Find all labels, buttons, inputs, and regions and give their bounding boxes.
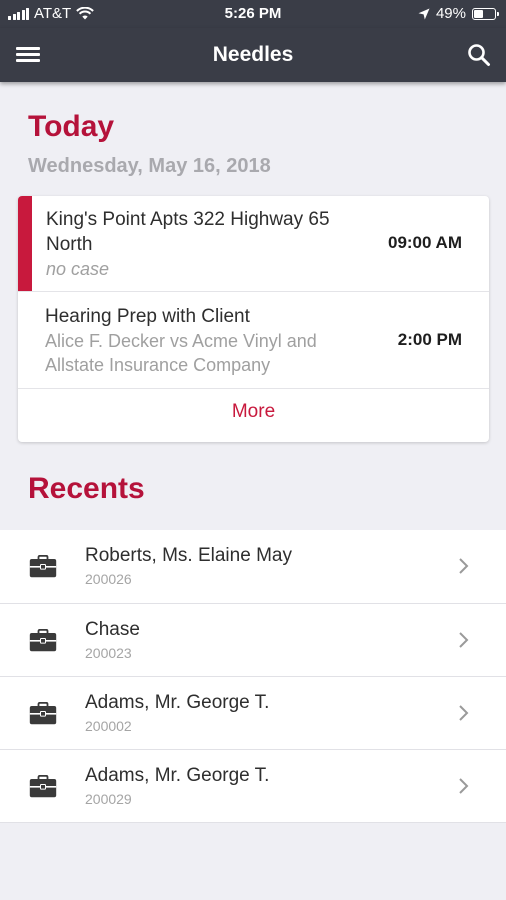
recent-case-number: 200026	[85, 571, 132, 587]
battery-level	[474, 9, 484, 18]
event-item[interactable]: King's Point Apts 322 Highway 65 North n…	[18, 196, 489, 291]
page-title: Needles	[212, 43, 294, 66]
briefcase-icon	[29, 702, 57, 725]
briefcase-icon	[29, 775, 57, 798]
today-events-card: King's Point Apts 322 Highway 65 North n…	[18, 196, 489, 442]
recent-name: Chase	[85, 619, 140, 640]
list-item[interactable]: Adams, Mr. George T. 200002	[0, 676, 506, 749]
today-date: Wednesday, May 16, 2018	[28, 155, 271, 177]
status-right: 49%	[418, 5, 499, 22]
event-subtitle: no case	[46, 259, 110, 279]
briefcase-icon	[29, 555, 57, 578]
recents-heading: Recents	[28, 472, 145, 505]
list-item[interactable]: Roberts, Ms. Elaine May 200026	[0, 530, 506, 603]
more-button[interactable]: More	[18, 401, 489, 423]
search-icon[interactable]	[466, 42, 492, 68]
event-time: 09:00 AM	[387, 233, 462, 252]
chevron-right-icon	[459, 705, 469, 721]
current-event-indicator	[18, 196, 32, 291]
divider	[0, 822, 506, 823]
event-title: Hearing Prep with Client	[45, 306, 250, 327]
event-time: 2:00 PM	[397, 330, 462, 349]
recent-name: Roberts, Ms. Elaine May	[85, 545, 292, 566]
briefcase-icon	[29, 629, 57, 652]
chevron-right-icon	[459, 778, 469, 794]
battery-percent: 49%	[435, 5, 466, 22]
divider	[18, 388, 489, 389]
list-item[interactable]: Adams, Mr. George T. 200029	[0, 749, 506, 822]
recents-list: Roberts, Ms. Elaine May 200026 Chase 200…	[0, 530, 506, 823]
today-heading: Today	[28, 110, 115, 143]
status-bar: AT&T 5:26 PM 49%	[0, 0, 506, 28]
nav-bar: Needles	[0, 28, 506, 82]
event-title: King's Point Apts 322 Highway 65 North	[46, 209, 330, 255]
event-item[interactable]: Hearing Prep with Client Alice F. Decker…	[18, 292, 489, 388]
location-arrow-icon	[418, 8, 430, 19]
recent-case-number: 200002	[85, 718, 132, 734]
event-subtitle: Alice F. Decker vs Acme Vinyl and Allsta…	[45, 331, 317, 375]
battery-icon	[472, 7, 499, 20]
recent-case-number: 200023	[85, 645, 132, 661]
list-item[interactable]: Chase 200023	[0, 603, 506, 676]
recent-name: Adams, Mr. George T.	[85, 692, 270, 713]
chevron-right-icon	[459, 632, 469, 648]
recent-name: Adams, Mr. George T.	[85, 765, 270, 786]
chevron-right-icon	[459, 558, 469, 574]
recent-case-number: 200029	[85, 791, 132, 807]
